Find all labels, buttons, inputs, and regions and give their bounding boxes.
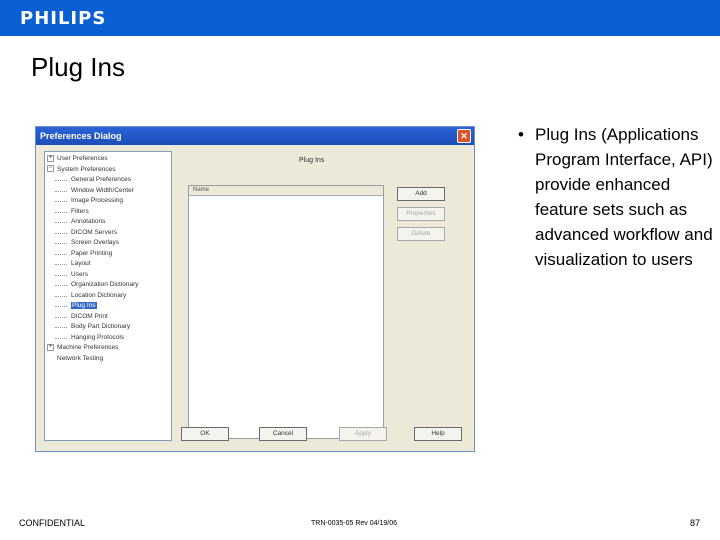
tree-item-label: Image Processing xyxy=(71,197,124,204)
tree-item[interactable]: Users xyxy=(47,270,171,281)
tree-item[interactable]: Screen Overlays xyxy=(47,238,171,249)
tree-item[interactable]: Location Dictionary xyxy=(47,291,171,302)
tree-item-label: Filters xyxy=(71,207,89,215)
dialog-body: + User Preferences − System Preferences Gene… xyxy=(36,145,474,451)
close-icon[interactable]: ✕ xyxy=(457,129,471,143)
tree-item-label: Layout xyxy=(71,260,91,267)
tree-item[interactable]: Organization Dictionary xyxy=(47,280,171,291)
tree-item-label: DICOM Servers xyxy=(71,228,117,236)
tree-item-label: User Preferences xyxy=(57,155,108,162)
dialog-titlebar: Preferences Dialog ✕ xyxy=(36,127,474,145)
ok-button[interactable]: OK xyxy=(181,427,229,441)
tree-item-label: General Preferences xyxy=(71,176,131,183)
tree-item-label: Screen Overlays xyxy=(71,239,120,246)
add-button[interactable]: Add xyxy=(397,187,445,201)
tree-item-label: Location Dictionary xyxy=(71,291,127,299)
tree-item-label: Network Testing xyxy=(57,354,104,362)
tree-item[interactable]: General Preferences xyxy=(47,175,171,186)
tree-item[interactable]: Filters xyxy=(47,207,171,218)
bullet-point: • Plug Ins (Applications Program Interfa… xyxy=(518,122,713,272)
tree-item-label: Body Part Dictionary xyxy=(71,323,131,330)
tree-item-label: Plug Ins xyxy=(71,302,97,309)
tree-item-label: Paper Printing xyxy=(71,249,113,257)
footer-doc-id: TRN-0035-05 Rev 04/19/06 xyxy=(311,520,397,527)
help-button[interactable]: Help xyxy=(414,427,462,441)
bullet-text: Plug Ins (Applications Program Interface… xyxy=(535,125,713,269)
tree-item[interactable]: DICOM Servers xyxy=(47,228,171,239)
slide-title: Plug Ins xyxy=(31,52,125,82)
tree-item[interactable]: Plug Ins xyxy=(47,301,171,312)
tree-item-label: System Preferences xyxy=(57,165,116,173)
footer-confidential: CONFIDENTIAL xyxy=(19,518,86,528)
tree-item-label: Annotations xyxy=(71,218,106,225)
tree-item[interactable]: DICOM Print xyxy=(47,312,171,323)
expand-icon[interactable]: + xyxy=(47,154,54,162)
tree-item[interactable]: Hanging Protocols xyxy=(47,333,171,344)
expand-icon[interactable]: + xyxy=(47,343,54,351)
dialog-title: Preferences Dialog xyxy=(40,131,122,141)
preferences-dialog: Preferences Dialog ✕ + User Preferences − S… xyxy=(35,126,475,452)
panel-heading: Plug Ins xyxy=(299,157,325,164)
collapse-icon[interactable]: − xyxy=(47,165,54,173)
properties-button[interactable]: Properties xyxy=(397,207,445,221)
tree-item[interactable]: + Machine Preferences xyxy=(47,343,171,354)
bullet-marker: • xyxy=(518,125,524,144)
header-bar: PHILIPS xyxy=(0,0,720,36)
footer-page-number: 87 xyxy=(690,518,701,528)
cancel-button[interactable]: Cancel xyxy=(259,427,307,441)
tree-item-label: Hanging Protocols xyxy=(71,333,125,341)
tree-item-label: Machine Preferences xyxy=(57,344,119,351)
tree-item[interactable]: Body Part Dictionary xyxy=(47,322,171,333)
slide: PHILIPS Plug Ins Preferences Dialog ✕ + U… xyxy=(0,0,720,540)
tree-item-label: Window Width/Center xyxy=(71,186,134,194)
tree-item[interactable]: − System Preferences xyxy=(47,165,171,176)
tree-item-label: Users xyxy=(71,270,88,278)
tree-item[interactable]: + User Preferences xyxy=(47,154,171,165)
plugins-list[interactable]: Name xyxy=(188,185,384,439)
delete-button[interactable]: Delete xyxy=(397,227,445,241)
philips-logo: PHILIPS xyxy=(20,8,107,29)
tree-item[interactable]: Annotations xyxy=(47,217,171,228)
tree-item-label: DICOM Print xyxy=(71,312,108,320)
tree-item-label: Organization Dictionary xyxy=(71,281,139,288)
tree-item[interactable]: Network Testing xyxy=(47,354,171,365)
apply-button[interactable]: Apply xyxy=(339,427,387,441)
tree-item[interactable]: Window Width/Center xyxy=(47,186,171,197)
tree-item[interactable]: Paper Printing xyxy=(47,249,171,260)
tree-item[interactable]: Layout xyxy=(47,259,171,270)
list-header-name[interactable]: Name xyxy=(189,186,383,196)
tree-item[interactable]: Image Processing xyxy=(47,196,171,207)
preferences-tree[interactable]: + User Preferences − System Preferences Gene… xyxy=(44,151,172,441)
